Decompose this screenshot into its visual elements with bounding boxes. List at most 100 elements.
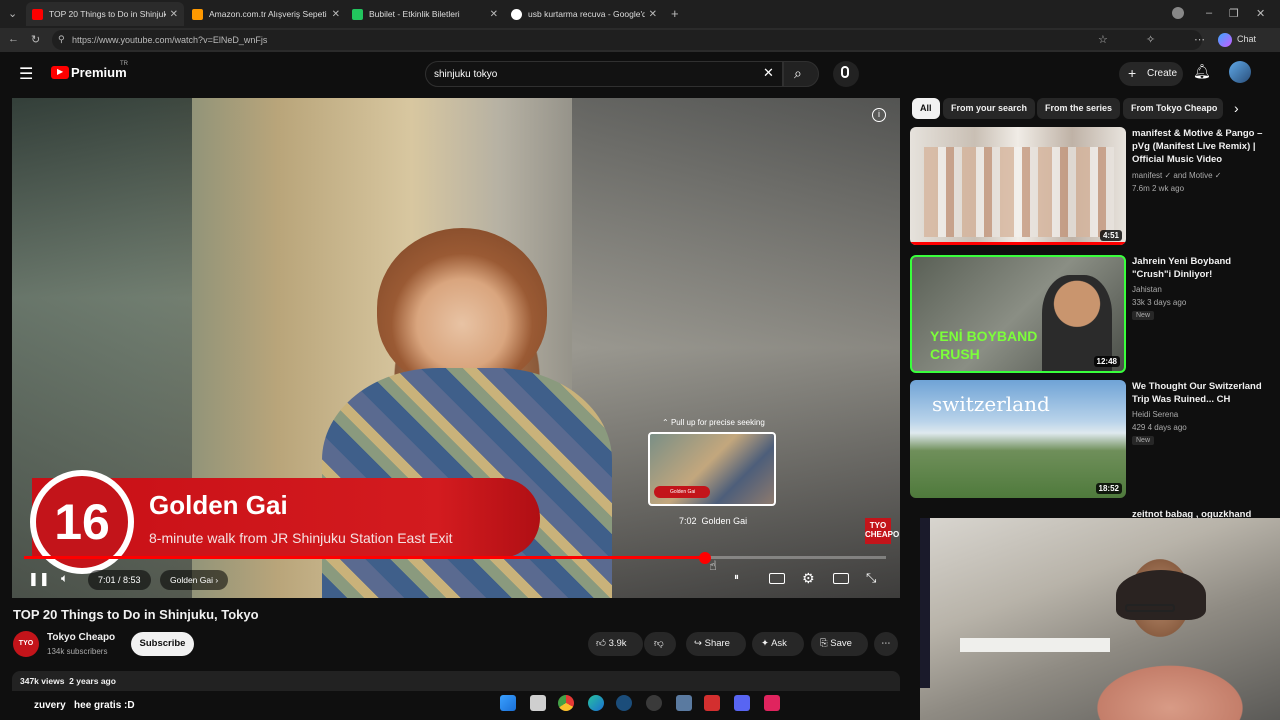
lock-icon: ⚲ xyxy=(58,34,65,44)
close-tab-icon[interactable]: ✕ xyxy=(332,9,340,20)
chapter-title: Golden Gai xyxy=(149,490,288,520)
video-thumbnail[interactable]: 4:51 xyxy=(910,127,1126,245)
channel-avatar[interactable]: TYO xyxy=(13,631,39,657)
video-title: TOP 20 Things to Do in Shinjuku, Tokyo xyxy=(13,607,259,622)
extensions-icon[interactable]: ✧ xyxy=(1146,33,1155,46)
close-tab-icon[interactable]: ✕ xyxy=(170,9,178,20)
webcam-person-hair xyxy=(1116,570,1206,620)
settings-gear-icon[interactable]: ⚙︎ xyxy=(802,570,815,587)
tab-menu-icon[interactable]: ⌄ xyxy=(8,7,17,20)
voice-search-button[interactable] xyxy=(833,61,859,87)
video-title[interactable]: manifest & Motive & Pango – pVg (Manifes… xyxy=(1132,127,1264,166)
close-window-icon[interactable]: ✕ xyxy=(1256,7,1265,20)
notifications-bell-icon[interactable]: 🔔︎ xyxy=(1193,63,1211,80)
clear-search-icon[interactable]: ✕ xyxy=(763,65,774,81)
share-label: Share xyxy=(704,638,730,649)
video-thumbnail[interactable]: YENİ BOYBAND CRUSH 12:48 xyxy=(910,255,1126,373)
fullscreen-icon[interactable]: ⤡ xyxy=(866,570,876,586)
chips-next-chevron-icon[interactable]: › xyxy=(1234,100,1239,116)
channel-name[interactable]: manifest ✓ and Motive ✓ xyxy=(1132,169,1221,182)
info-icon[interactable]: i xyxy=(872,108,886,122)
back-icon[interactable]: ← xyxy=(8,33,19,45)
seek-hint: ⌃ Pull up for precise seeking xyxy=(662,418,765,427)
video-title[interactable]: Jahrein Yeni Boyband "Crush"i Dinliyor! xyxy=(1132,255,1264,281)
chapter-pill-label: Golden Gai xyxy=(170,575,213,585)
chip-from-the-series[interactable]: From the series xyxy=(1037,98,1121,119)
minimize-icon[interactable]: – xyxy=(1206,7,1212,19)
chat-label[interactable]: Chat xyxy=(1237,34,1256,44)
video-player[interactable]: i 16 Golden Gai 8-minute walk from JR Sh… xyxy=(12,98,900,598)
logo-text[interactable]: Premium xyxy=(71,65,127,80)
more-horizontal-icon: ⋯ xyxy=(881,638,891,649)
autoplay-toggle-icon[interactable]: ⏸︎ xyxy=(734,572,739,583)
chrome-icon[interactable] xyxy=(558,695,574,711)
preview-chapter: Golden Gai xyxy=(701,516,748,526)
chip-from-your-search[interactable]: From your search xyxy=(943,98,1036,119)
url-input[interactable]: https://www.youtube.com/watch?v=ElNeD_wn… xyxy=(52,30,1202,50)
theater-mode-icon[interactable] xyxy=(833,573,849,584)
tab-google[interactable]: usb kurtarma recuva - Google'da A ✕ xyxy=(505,2,663,26)
recommendation-item[interactable]: switzerland 18:52 We Thought Our Switzer… xyxy=(910,380,1270,500)
edge-icon[interactable] xyxy=(588,695,604,711)
description-box[interactable]: 347k views 2 years ago xyxy=(12,671,900,691)
ask-button[interactable]: ✦ Ask xyxy=(752,632,804,656)
file-explorer-icon[interactable] xyxy=(530,695,546,711)
channel-name[interactable]: Jahistan xyxy=(1132,283,1162,296)
video-thumbnail[interactable]: switzerland 18:52 xyxy=(910,380,1126,498)
hamburger-menu-icon[interactable]: ☰ xyxy=(19,64,33,84)
video-title[interactable]: We Thought Our Switzerland Trip Was Ruin… xyxy=(1132,380,1264,406)
save-label: Save xyxy=(830,638,852,649)
more-actions-button[interactable]: ⋯ xyxy=(874,632,898,656)
views-and-date: 347k views 2 years ago xyxy=(20,676,116,686)
brand-watermark: TYO CHEAPO xyxy=(865,518,899,544)
new-tab-icon[interactable]: + xyxy=(671,6,679,21)
channel-name[interactable]: Heidi Serena xyxy=(1132,408,1178,421)
like-button[interactable]: 👍︎ 3.9k xyxy=(588,632,643,656)
app-icon-pink[interactable] xyxy=(764,695,780,711)
create-button[interactable]: + Create xyxy=(1119,62,1183,86)
volume-icon[interactable]: 🔈︎ xyxy=(61,571,68,586)
progress-bar[interactable] xyxy=(24,556,886,559)
dislike-button[interactable]: 👎︎ xyxy=(644,632,676,656)
maximize-icon[interactable]: ❐ xyxy=(1229,7,1239,20)
recommendation-item[interactable]: 4:51 manifest & Motive & Pango – pVg (Ma… xyxy=(910,127,1270,247)
bookmark-star-icon[interactable]: ☆ xyxy=(1098,33,1108,46)
search-icon: ⌕ xyxy=(794,65,802,81)
share-button[interactable]: ↪ Share xyxy=(686,632,746,656)
tab-bubilet[interactable]: Bubilet - Etkinlik Biletleri ✕ xyxy=(346,2,504,26)
search-input[interactable]: shinjuku tokyo xyxy=(425,61,783,87)
recommendation-item[interactable]: zeitnot babag , oguzkhand xyxy=(910,506,1270,520)
tab-youtube[interactable]: TOP 20 Things to Do in Shinjuku ✕ xyxy=(26,2,184,26)
chip-from-tokyo-cheapo[interactable]: From Tokyo Cheapo xyxy=(1123,98,1223,119)
search-button[interactable]: ⌕ xyxy=(783,61,819,87)
tab-amazon[interactable]: Amazon.com.tr Alışveriş Sepeti ✕ xyxy=(186,2,346,26)
close-tab-icon[interactable]: ✕ xyxy=(490,9,498,20)
chat-text: hee gratis :D xyxy=(74,700,135,711)
settings-icon[interactable] xyxy=(676,695,692,711)
app-icon-red[interactable] xyxy=(704,695,720,711)
save-button[interactable]: ⎘ Save xyxy=(811,632,868,656)
chevron-right-icon: › xyxy=(215,575,219,585)
bookmark-icon: ⎘ xyxy=(820,638,828,649)
more-menu-icon[interactable]: ⋯ xyxy=(1194,33,1205,46)
recommendation-item[interactable]: YENİ BOYBAND CRUSH 12:48 Jahrein Yeni Bo… xyxy=(910,255,1270,375)
youtube-favicon-icon xyxy=(32,8,43,20)
steam-icon[interactable] xyxy=(616,695,632,711)
copilot-icon[interactable] xyxy=(1218,33,1232,47)
subtitles-icon[interactable] xyxy=(769,573,785,584)
close-tab-icon[interactable]: ✕ xyxy=(649,9,657,20)
windows-start-icon[interactable] xyxy=(500,695,516,711)
channel-name[interactable]: Tokyo Cheapo xyxy=(47,632,115,643)
webcam-monitor xyxy=(920,518,930,688)
subscribe-button[interactable]: Subscribe xyxy=(131,632,194,656)
chevron-up-icon: ⌃ xyxy=(662,418,671,427)
chip-all[interactable]: All xyxy=(912,98,940,119)
discord-icon[interactable] xyxy=(734,695,750,711)
obs-icon[interactable] xyxy=(646,695,662,711)
pause-icon[interactable]: ❚❚ xyxy=(28,571,50,587)
preview-badge: Golden Gai xyxy=(654,486,710,498)
chapter-button[interactable]: Golden Gai › xyxy=(160,570,229,590)
account-avatar[interactable] xyxy=(1229,61,1251,83)
profile-avatar-icon[interactable] xyxy=(1172,7,1184,19)
reload-icon[interactable]: ↻ xyxy=(31,33,40,46)
